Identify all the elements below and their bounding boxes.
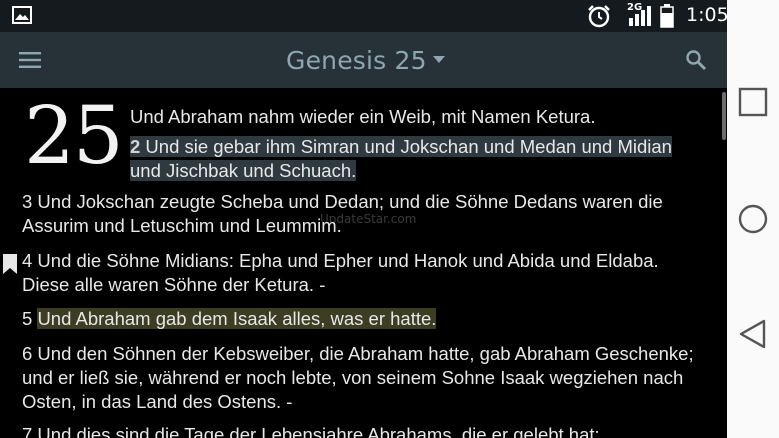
signal-icon	[629, 6, 651, 26]
verse-line: Osten, in das Land des Ostens. -	[22, 391, 293, 412]
back-triangle-icon[interactable]	[737, 318, 769, 350]
verse-line: Und dies sind die Tage der Lebensjahre A…	[32, 424, 600, 438]
verse-number: 5	[22, 308, 33, 329]
verse-number: 3	[22, 191, 33, 212]
verse-3-continued[interactable]: Assurim und Letuschim und Leummim.	[22, 214, 342, 238]
verse-1[interactable]: Und Abraham nahm wieder ein Weib, mit Na…	[130, 105, 595, 129]
status-bar: 2G 1:05	[0, 0, 729, 32]
verse-5[interactable]: 5 Und Abraham gab dem Isaak alles, was e…	[22, 307, 437, 331]
verse-line: und er ließ sie, während er noch lebte, …	[22, 367, 684, 388]
verse-3[interactable]: 3 Und Jokschan zeugte Scheba und Dedan; …	[22, 190, 663, 214]
dropdown-icon	[432, 56, 445, 63]
verse-6-continued[interactable]: und er ließ sie, während er noch lebte, …	[22, 366, 683, 390]
verse-line: Und sie gebar ihm Simran und Jokschan un…	[140, 136, 672, 157]
chapter-number: 25	[24, 89, 124, 182]
verse-7[interactable]: 7 Und dies sind die Tage der Lebensjahre…	[22, 423, 600, 438]
verse-6-continued[interactable]: Osten, in das Land des Ostens. -	[22, 390, 292, 414]
verse-number: 4	[22, 250, 33, 271]
gallery-icon	[12, 6, 32, 24]
app-toolbar: Genesis 25	[0, 32, 727, 88]
verse-4-continued[interactable]: Diese alle waren Söhne der Ketura. -	[22, 273, 325, 297]
home-circle-icon[interactable]	[737, 203, 769, 235]
bible-text-view[interactable]: 25 Und Abraham nahm wieder ein Weib, mit…	[0, 88, 727, 438]
verse-line: Und Abraham gab dem Isaak alles, was er …	[37, 308, 437, 329]
book-chapter-selector[interactable]: Genesis 25	[286, 44, 445, 76]
status-clock: 1:05	[686, 4, 729, 26]
verse-6[interactable]: 6 Und den Söhnen der Kebsweiber, die Abr…	[22, 342, 694, 366]
verse-4[interactable]: 4 Und die Söhne Midians: Epha und Epher …	[22, 249, 659, 273]
verse-number: 6	[22, 343, 33, 364]
battery-icon	[660, 4, 674, 28]
verse-2-continued[interactable]: und Jischbak und Schuach.	[130, 159, 357, 183]
verse-line: Und Jokschan zeugte Scheba und Dedan; un…	[32, 191, 663, 212]
verse-2[interactable]: 2 Und sie gebar ihm Simran und Jokschan …	[130, 135, 672, 159]
verse-line: Und Abraham nahm wieder ein Weib, mit Na…	[130, 106, 596, 127]
verse-number: 7	[22, 424, 33, 438]
menu-icon[interactable]	[18, 50, 42, 70]
recents-square-icon[interactable]	[737, 86, 769, 118]
verse-number: 2	[130, 136, 141, 157]
page-title: Genesis 25	[286, 45, 427, 75]
verse-line: Assurim und Letuschim und Leummim.	[22, 215, 342, 236]
verse-line: Diese alle waren Söhne der Ketura. -	[22, 274, 326, 295]
verse-line: und Jischbak und Schuach.	[130, 160, 357, 181]
alarm-icon	[588, 5, 610, 28]
bookmark-icon[interactable]	[3, 254, 17, 274]
verse-line: Und die Söhne Midians: Epha und Epher un…	[32, 250, 659, 271]
scrollbar[interactable]	[722, 92, 726, 140]
search-icon[interactable]	[685, 49, 707, 71]
verse-line: Und den Söhnen der Kebsweiber, die Abrah…	[32, 343, 694, 364]
system-nav-bar	[727, 0, 779, 438]
